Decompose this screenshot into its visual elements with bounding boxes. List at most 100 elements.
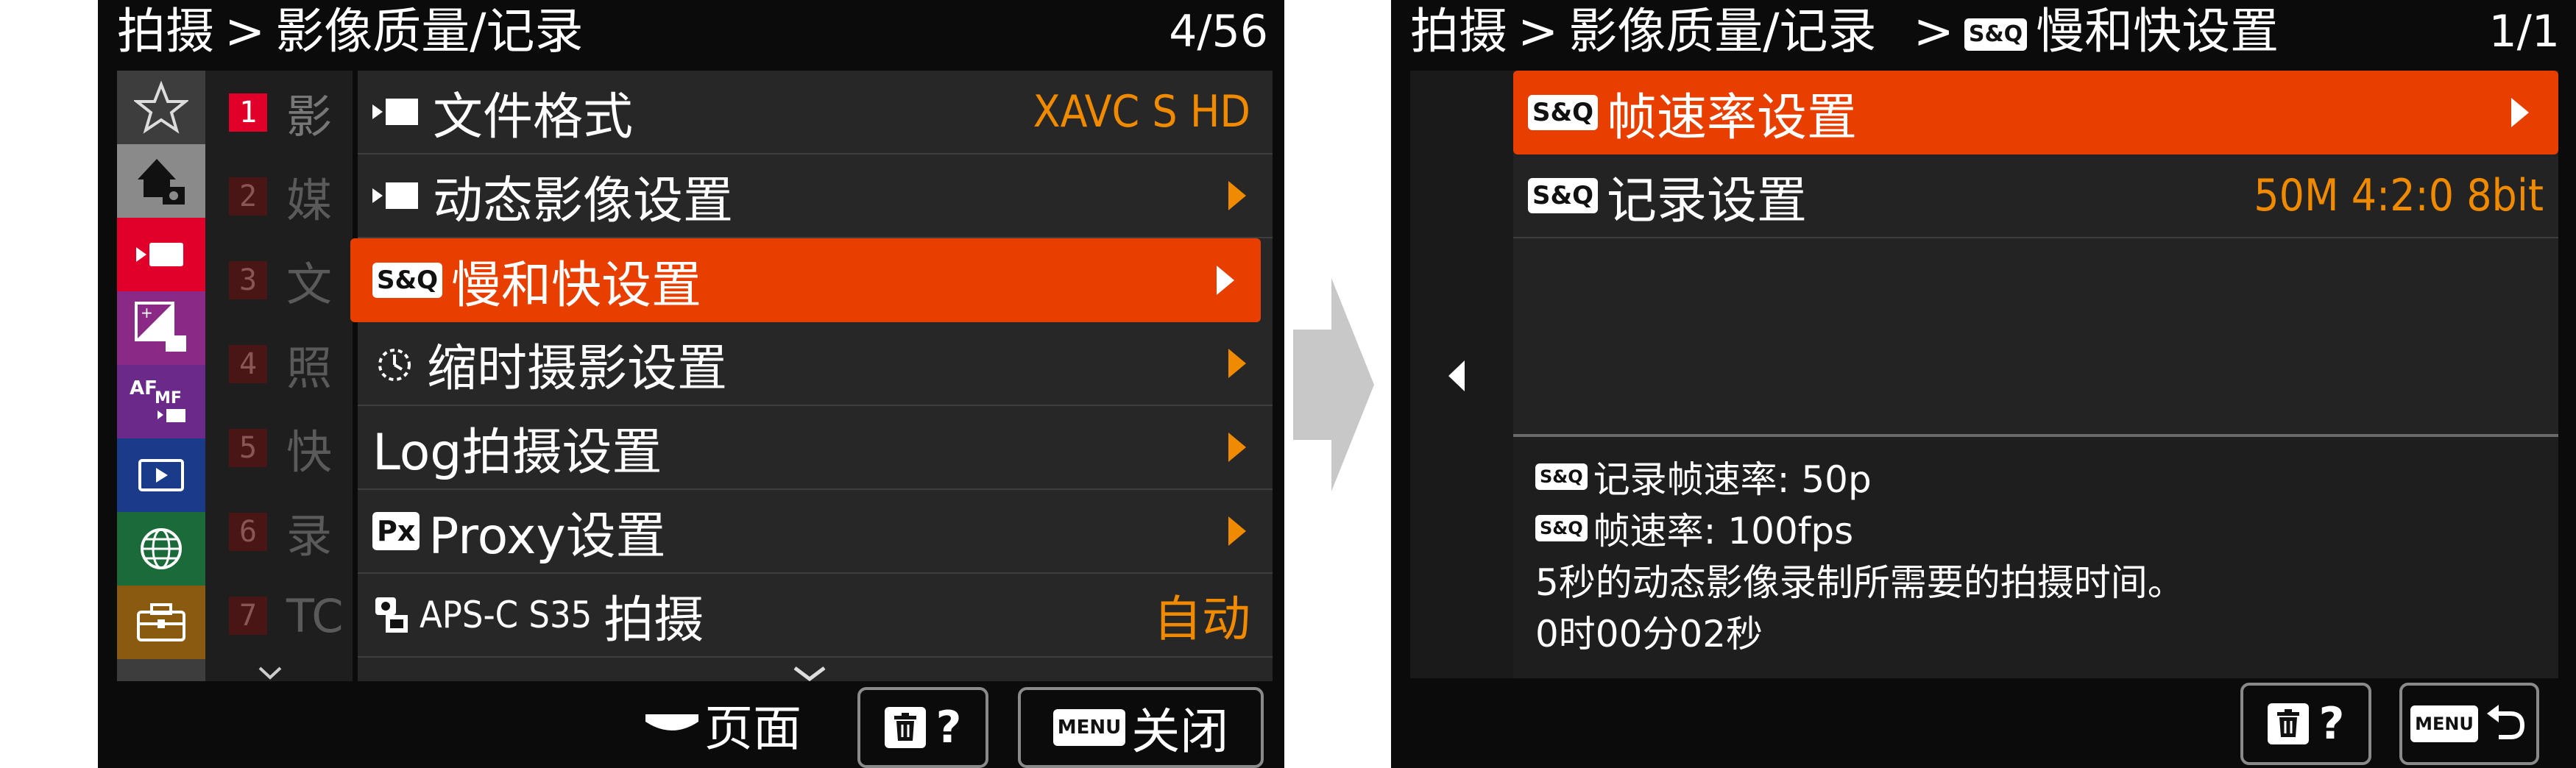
info-text: 帧速率: 100fps — [1593, 510, 1854, 552]
sq-icon: S&Q — [372, 263, 443, 298]
footer-bar: ? MENU — [1391, 678, 2576, 768]
chevron-right-icon — [1228, 433, 1246, 462]
info-duration: 0时00分02秒 — [1535, 605, 1763, 658]
footer-bar: 页面 ? MENU 关闭 — [98, 681, 1284, 768]
subcategory-item[interactable]: 2 媒 — [229, 154, 353, 238]
menu-item-file-format[interactable]: 文件格式 XAVC S HD — [358, 71, 1273, 154]
transition-arrow-icon — [1293, 278, 1374, 491]
delete-help-button[interactable]: ? — [2240, 683, 2371, 765]
chevron-right-icon — [1228, 516, 1246, 546]
home-camera-icon — [138, 159, 185, 205]
menu-item-apsc-s35[interactable]: APS-C S35 拍摄 自动 — [358, 574, 1273, 658]
breadcrumb: 拍摄 > 影像质量/记录 — [117, 0, 584, 66]
menu-back-button[interactable]: MENU — [2399, 683, 2539, 765]
subcategory-label: 文 — [286, 257, 333, 311]
menu-button-icon: MENU — [1052, 709, 1126, 746]
svg-text:AF: AF — [130, 377, 158, 399]
breadcrumb-separator: > — [1518, 3, 1559, 60]
chevron-right-icon — [2511, 98, 2529, 127]
menu-item-proxy-settings[interactable]: Px Proxy设置 — [358, 490, 1273, 574]
subcategory-item[interactable]: 7 TC — [229, 574, 353, 658]
sq-icon: S&Q — [1528, 178, 1599, 213]
tab-home[interactable] — [117, 144, 205, 218]
back-sidebar[interactable] — [1410, 71, 1513, 678]
subcategory-number: 4 — [229, 345, 267, 383]
camera-menu-screen-main: 拍摄 > 影像质量/记录 4/56 + AF MF 1 影 2 媒 3 文 4 … — [98, 0, 1284, 768]
chevron-right-icon — [1228, 349, 1246, 378]
svg-text:MF: MF — [155, 389, 182, 408]
help-mark: ? — [935, 702, 962, 753]
subcategory-label: 录 — [286, 509, 333, 563]
trash-icon — [2267, 703, 2309, 744]
back-arrow-icon — [1448, 360, 1465, 391]
subcategory-label: 快 — [286, 425, 333, 479]
chevron-right-icon — [1228, 181, 1246, 210]
subcategory-number: 1 — [229, 93, 267, 132]
menu-item-record-settings[interactable]: S&Q 记录设置 50M 4:2:0 8bit — [1513, 154, 2558, 238]
subcategory-label: 影 — [286, 90, 333, 143]
star-icon — [134, 80, 188, 134]
subcategory-label: 照 — [286, 341, 333, 395]
category-sidebar: + AF MF — [117, 71, 205, 681]
info-panel: S&Q 记录帧速率: 50p S&Q 帧速率: 100fps 5秒的动态影像录制… — [1513, 434, 2558, 678]
movie-mode-icon — [372, 97, 424, 127]
menu-item-log-settings[interactable]: Log拍摄设置 — [358, 406, 1273, 490]
tab-exposure[interactable]: + — [117, 291, 205, 365]
menu-item-label: 动态影像设置 — [433, 171, 734, 230]
info-text: 记录帧速率: 50p — [1593, 458, 1872, 501]
breadcrumb-item-image-quality: 影像质量/记录 — [275, 3, 584, 60]
menu-button-icon: MENU — [2410, 705, 2478, 742]
subcategory-number: 2 — [229, 177, 267, 216]
network-icon — [141, 528, 182, 569]
info-description: 5秒的动态影像录制所需要的拍摄时间。 — [1535, 553, 2184, 606]
chevron-down-icon — [258, 666, 282, 680]
menu-item-timelapse-settings[interactable]: 缩时摄影设置 — [358, 322, 1273, 406]
menu-item-label: 文件格式 — [433, 88, 634, 146]
page-button[interactable]: 页面 — [643, 693, 802, 757]
sq-icon: S&Q — [1528, 95, 1599, 130]
menu-list: 文件格式 XAVC S HD 动态影像设置 S&Q 慢和快设置 缩时摄影设置 L… — [350, 71, 1273, 682]
tab-setup[interactable] — [117, 586, 205, 659]
menu-item-label: 缩时摄影设置 — [427, 339, 728, 398]
sq-icon: S&Q — [1964, 18, 2028, 51]
movie-mode-icon — [372, 181, 424, 210]
subcategory-number: 6 — [229, 513, 267, 551]
return-icon — [2486, 705, 2524, 739]
dial-icon — [645, 714, 698, 730]
subcategory-label: TC — [286, 589, 344, 643]
menu-item-label: Log拍摄设置 — [372, 423, 662, 482]
tab-movie[interactable] — [117, 218, 205, 291]
page-label: 页面 — [704, 700, 802, 757]
subcategory-item[interactable]: 6 录 — [229, 490, 353, 574]
submenu-panel: S&Q 帧速率设置 S&Q 记录设置 50M 4:2:0 8bit S&Q 记录… — [1513, 71, 2558, 678]
delete-help-button[interactable]: ? — [857, 687, 988, 768]
timelapse-icon — [378, 349, 411, 381]
subcategory-item[interactable]: 3 文 — [229, 238, 353, 322]
subcategory-item[interactable]: 4 照 — [229, 322, 353, 406]
menu-close-button[interactable]: MENU 关闭 — [1018, 687, 1264, 768]
movie-icon — [136, 243, 183, 266]
tab-network[interactable] — [117, 512, 205, 586]
camera-menu-screen-submenu: 拍摄 > 影像质量/记录 > S&Q 慢和快设置 1/1 S&Q 帧速率设置 S&Q 记录… — [1391, 0, 2576, 768]
tab-playback[interactable] — [117, 438, 205, 512]
menu-item-value: XAVC S HD — [1033, 86, 1250, 138]
menu-item-slow-quick-settings[interactable]: S&Q 慢和快设置 — [350, 238, 1261, 322]
exposure-icon: + — [135, 302, 186, 352]
subcategory-number: 3 — [229, 261, 267, 299]
breadcrumb-separator: > — [224, 3, 266, 60]
menu-item-movie-settings[interactable]: 动态影像设置 — [358, 154, 1273, 238]
info-text: 0时00分02秒 — [1535, 613, 1763, 655]
playback-icon — [138, 459, 184, 491]
svg-text:+: + — [141, 304, 153, 321]
subcategory-label: 媒 — [286, 174, 333, 227]
subcategory-item[interactable]: 1 影 — [229, 71, 353, 154]
menu-item-prefix: APS-C S35 — [420, 594, 592, 636]
tab-favorites[interactable] — [117, 71, 205, 144]
menu-item-frame-rate-settings[interactable]: S&Q 帧速率设置 — [1513, 71, 2558, 154]
subcategory-item[interactable]: 5 快 — [229, 406, 353, 490]
chevron-down-icon — [793, 666, 826, 682]
tab-af-mf[interactable]: AF MF — [117, 365, 205, 438]
toolbox-icon — [137, 603, 185, 641]
subcategory-number: 7 — [229, 597, 267, 635]
menu-item-label: 记录设置 — [1607, 171, 1808, 230]
